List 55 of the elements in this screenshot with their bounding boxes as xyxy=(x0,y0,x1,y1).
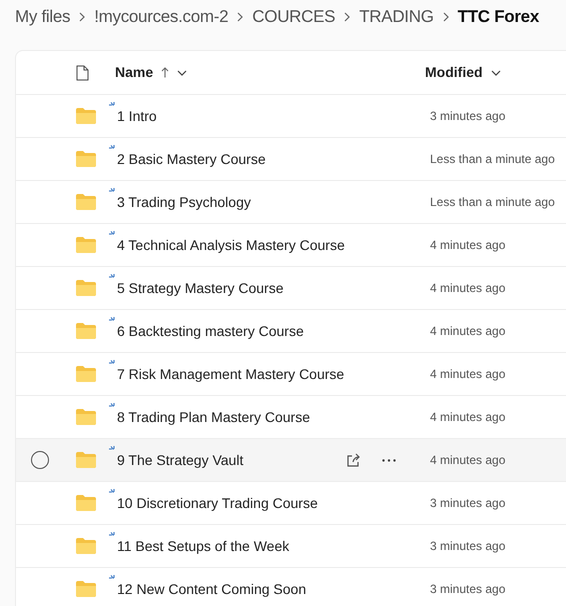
folder-name[interactable]: 2 Basic Mastery Course xyxy=(117,148,266,170)
column-header[interactable]: Name xyxy=(115,62,425,83)
folder-name[interactable]: 3 Trading Psychology xyxy=(117,192,251,212)
folder-icon xyxy=(76,538,96,554)
column-header[interactable]: Modified xyxy=(425,62,501,83)
modified-time: 4 minutes ago xyxy=(430,280,506,297)
select-checkbox[interactable] xyxy=(31,451,49,469)
folder-icon xyxy=(76,237,96,253)
folder-icon xyxy=(76,194,96,210)
breadcrumb-link[interactable]: TRADING xyxy=(359,4,434,30)
modified-time: 3 minutes ago xyxy=(430,108,506,125)
folder-name[interactable]: 10 Discretionary Trading Course xyxy=(117,492,318,514)
chevron-right-icon xyxy=(79,12,86,22)
sort-ascending-icon xyxy=(161,67,170,78)
modified-time: Less than a minute ago xyxy=(430,151,555,168)
share-icon[interactable] xyxy=(346,452,362,468)
file-row[interactable]: 9 The Strategy Vault 4 minutes ago xyxy=(16,439,566,482)
folder-icon xyxy=(76,581,96,597)
modified-time: 4 minutes ago xyxy=(430,323,506,340)
folder-icon xyxy=(76,108,96,124)
chevron-right-icon xyxy=(344,12,350,22)
folder-icon xyxy=(76,409,96,425)
folder-name[interactable]: 1 Intro xyxy=(117,106,157,126)
modified-time: 4 minutes ago xyxy=(430,409,506,426)
folder-icon xyxy=(76,280,96,296)
folder-name[interactable]: 4 Technical Analysis Mastery Course xyxy=(117,234,345,256)
modified-time: Less than a minute ago xyxy=(430,194,555,211)
breadcrumb-link[interactable]: TTC Forex xyxy=(458,4,539,30)
breadcrumb-link[interactable]: COURCES xyxy=(252,4,336,30)
folder-name[interactable]: 6 Backtesting mastery Course xyxy=(117,320,304,342)
folder-name[interactable]: 5 Strategy Mastery Course xyxy=(117,278,284,298)
chevron-right-icon xyxy=(442,12,449,22)
folder-name[interactable]: 9 The Strategy Vault xyxy=(117,450,244,470)
folder-icon xyxy=(76,151,96,167)
folder-icon xyxy=(76,366,96,382)
more-options-icon[interactable] xyxy=(382,458,396,462)
folder-name[interactable]: 8 Trading Plan Mastery Course xyxy=(117,406,310,428)
folder-icon xyxy=(76,495,96,511)
file-type-icon xyxy=(76,64,89,80)
folder-icon xyxy=(76,452,96,468)
folder-name[interactable]: 12 New Content Coming Soon xyxy=(117,578,306,600)
folder-name[interactable]: 7 Risk Management Mastery Course xyxy=(117,364,344,384)
modified-time: 3 minutes ago xyxy=(430,495,506,512)
folder-name[interactable]: 11 Best Setups of the Week xyxy=(117,536,290,556)
modified-time: 3 minutes ago xyxy=(430,538,506,555)
breadcrumb-link[interactable]: My files xyxy=(15,4,70,30)
chevron-down-icon xyxy=(490,70,501,76)
folder-icon xyxy=(76,323,96,339)
modified-time: 4 minutes ago xyxy=(430,452,506,469)
breadcrumb-link[interactable]: !mycources.com-2 xyxy=(94,4,228,30)
modified-time: 4 minutes ago xyxy=(430,366,506,383)
modified-time: 3 minutes ago xyxy=(430,581,506,598)
chevron-right-icon xyxy=(237,12,244,22)
modified-time: 4 minutes ago xyxy=(430,237,506,254)
chevron-down-icon xyxy=(177,70,188,76)
